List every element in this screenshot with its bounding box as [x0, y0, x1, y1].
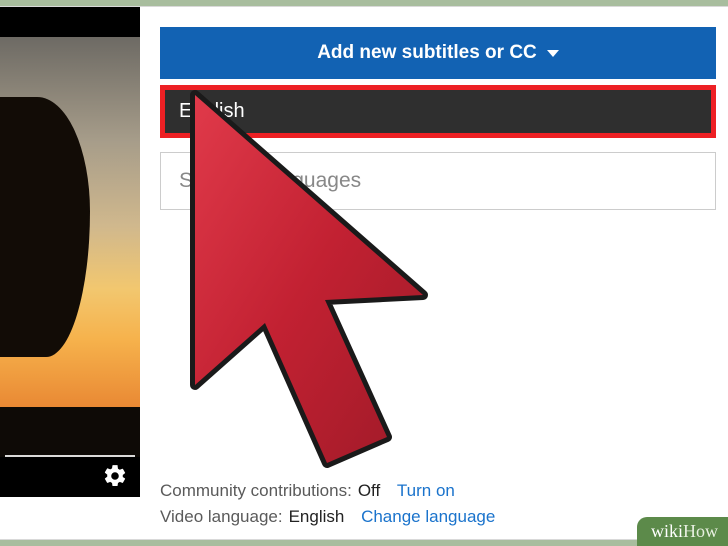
- language-row: Video language: English Change language: [160, 504, 495, 530]
- gear-icon: [102, 463, 128, 489]
- language-option-english[interactable]: English: [160, 85, 716, 138]
- subtitles-panel: Add new subtitles or CC English Search 1…: [160, 27, 716, 210]
- player-topbar: [0, 7, 140, 37]
- video-player: [0, 7, 140, 497]
- add-subtitles-button[interactable]: Add new subtitles or CC: [160, 27, 716, 79]
- language-search-placeholder: Search 1 anguages: [179, 169, 361, 192]
- wikihow-badge: wikiHow: [637, 517, 728, 546]
- video-thumbnail-ground: [0, 407, 140, 457]
- community-turn-on-link[interactable]: Turn on: [397, 478, 455, 504]
- language-value: English: [289, 504, 345, 530]
- wiki-text: wiki: [651, 521, 683, 541]
- language-option-label: English: [179, 100, 245, 122]
- chevron-down-icon: [547, 50, 559, 57]
- player-progress-bar[interactable]: [5, 455, 135, 457]
- community-value: Off: [358, 478, 380, 504]
- video-meta: Community contributions: Off Turn on Vid…: [160, 478, 495, 529]
- language-label: Video language:: [160, 504, 283, 530]
- how-text: How: [683, 521, 718, 541]
- language-search-input[interactable]: Search 1 anguages: [160, 152, 716, 210]
- language-dropdown: English Search 1 anguages: [160, 85, 716, 210]
- change-language-link[interactable]: Change language: [361, 504, 495, 530]
- settings-button[interactable]: [102, 463, 128, 489]
- app-card: Add new subtitles or CC English Search 1…: [0, 6, 728, 540]
- community-label: Community contributions:: [160, 478, 352, 504]
- community-row: Community contributions: Off Turn on: [160, 478, 495, 504]
- add-subtitles-label: Add new subtitles or CC: [317, 42, 537, 64]
